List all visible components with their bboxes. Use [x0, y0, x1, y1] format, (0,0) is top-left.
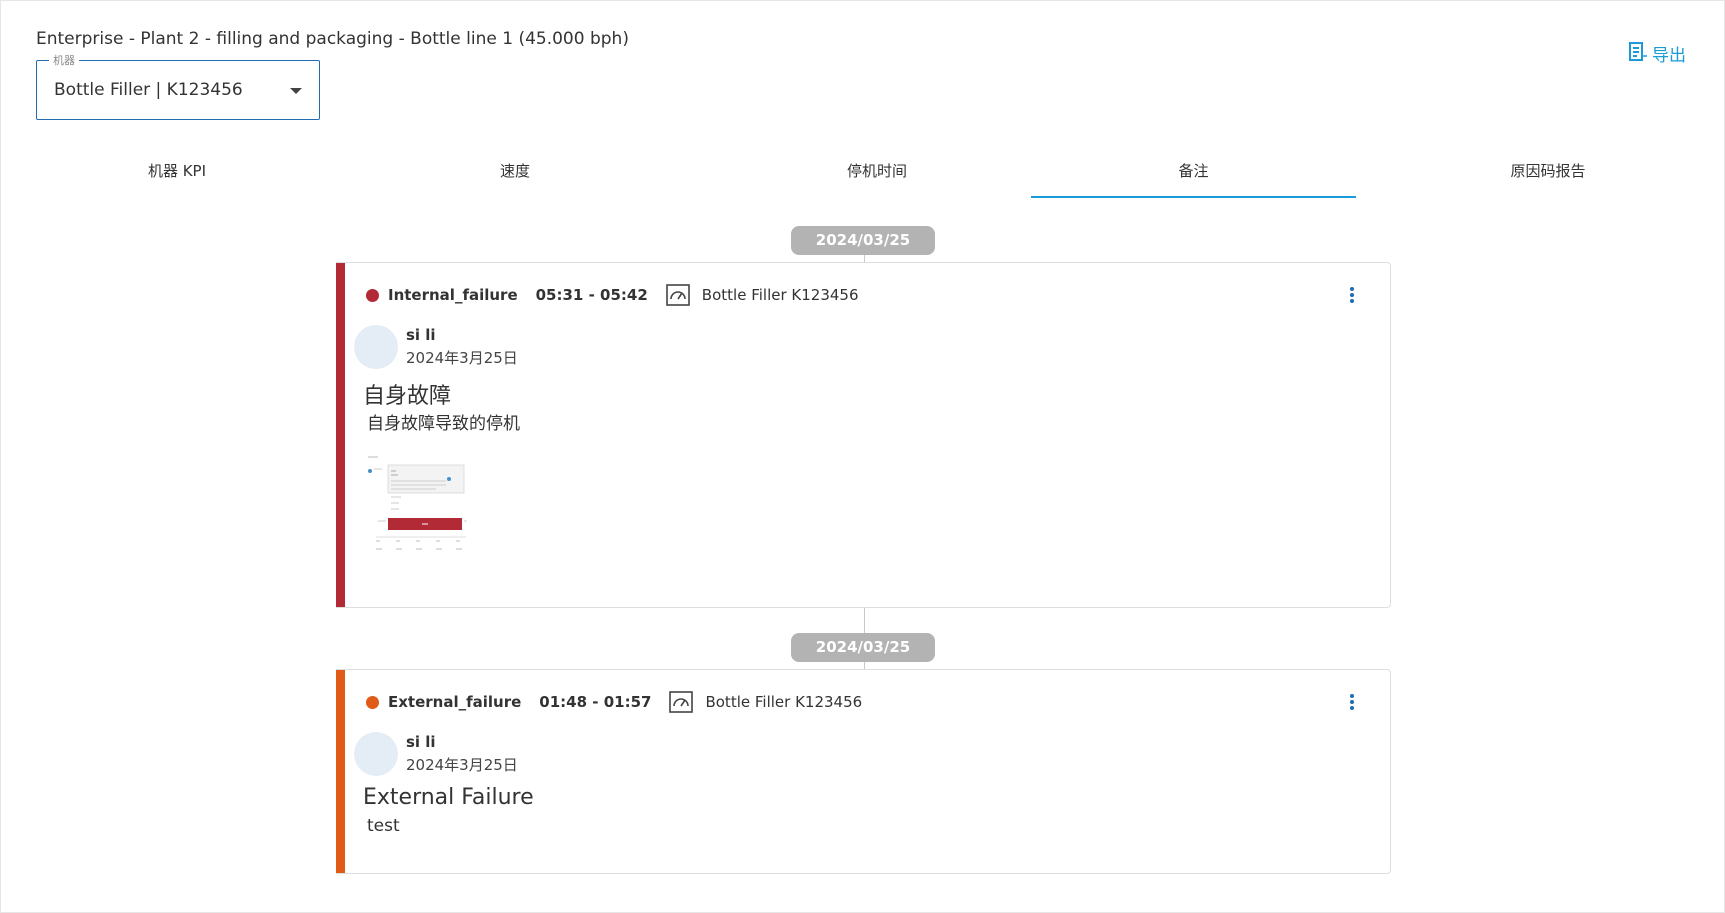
gauge-icon [669, 691, 694, 713]
tab-reason-code-report[interactable]: 原因码报告 [1416, 150, 1680, 198]
note-body: 自身故障导致的停机 [367, 414, 520, 434]
note-card: Internal_failure 05:31 - 05:42 Bottle Fi… [336, 262, 1391, 608]
export-icon [1628, 41, 1648, 66]
category-dot [366, 288, 379, 302]
note-date: 2024年3月25日 [406, 349, 518, 367]
author-name: si li [406, 733, 436, 751]
machine-select-value: Bottle Filler | K123456 [54, 80, 243, 100]
time-range: 05:31 - 05:42 [535, 286, 648, 304]
note-title: External Failure [363, 785, 534, 810]
category-dot [366, 695, 379, 709]
note-body: test [367, 816, 400, 836]
avatar [354, 732, 398, 776]
time-range: 01:48 - 01:57 [539, 693, 652, 711]
category-label: Internal_failure [388, 286, 518, 304]
gauge-icon [665, 284, 690, 306]
more-vert-icon[interactable] [1342, 690, 1362, 714]
machine-label: Bottle Filler K123456 [701, 286, 859, 304]
tab-downtime[interactable]: 停机时间 [712, 150, 1042, 198]
more-vert-icon[interactable] [1342, 283, 1362, 307]
machine-label: Bottle Filler K123456 [705, 693, 863, 711]
caret-down-icon [290, 88, 302, 94]
note-title: 自身故障 [363, 384, 452, 409]
tab-bar: 机器 KPI 速度 停机时间 备注 原因码报告 [36, 150, 1690, 198]
attachment-thumbnail[interactable] [366, 451, 468, 555]
tab-machine-kpi[interactable]: 机器 KPI [36, 150, 318, 198]
note-card-header: External_failure 01:48 - 01:57 Bottle Fi… [366, 690, 862, 714]
category-color-bar [336, 263, 345, 607]
category-label: External_failure [388, 693, 522, 711]
machine-select[interactable]: 机器 Bottle Filler | K123456 [36, 52, 320, 120]
note-card-header: Internal_failure 05:31 - 05:42 Bottle Fi… [366, 283, 859, 307]
breadcrumb: Enterprise - Plant 2 - filling and packa… [36, 29, 629, 49]
author-name: si li [406, 326, 436, 344]
machine-select-legend: 机器 [49, 52, 79, 68]
export-button[interactable]: 导出 [1628, 41, 1686, 66]
export-label: 导出 [1652, 46, 1686, 66]
note-date: 2024年3月25日 [406, 756, 518, 774]
tab-notes[interactable]: 备注 [1031, 150, 1356, 198]
time-label: 2024/03/25 01:00 [791, 633, 935, 685]
tab-speed[interactable]: 速度 [374, 150, 656, 198]
note-card: External_failure 01:48 - 01:57 Bottle Fi… [336, 669, 1391, 874]
category-color-bar [336, 670, 345, 873]
time-label: 2024/03/25 05:00 [791, 226, 935, 278]
avatar [354, 325, 398, 369]
